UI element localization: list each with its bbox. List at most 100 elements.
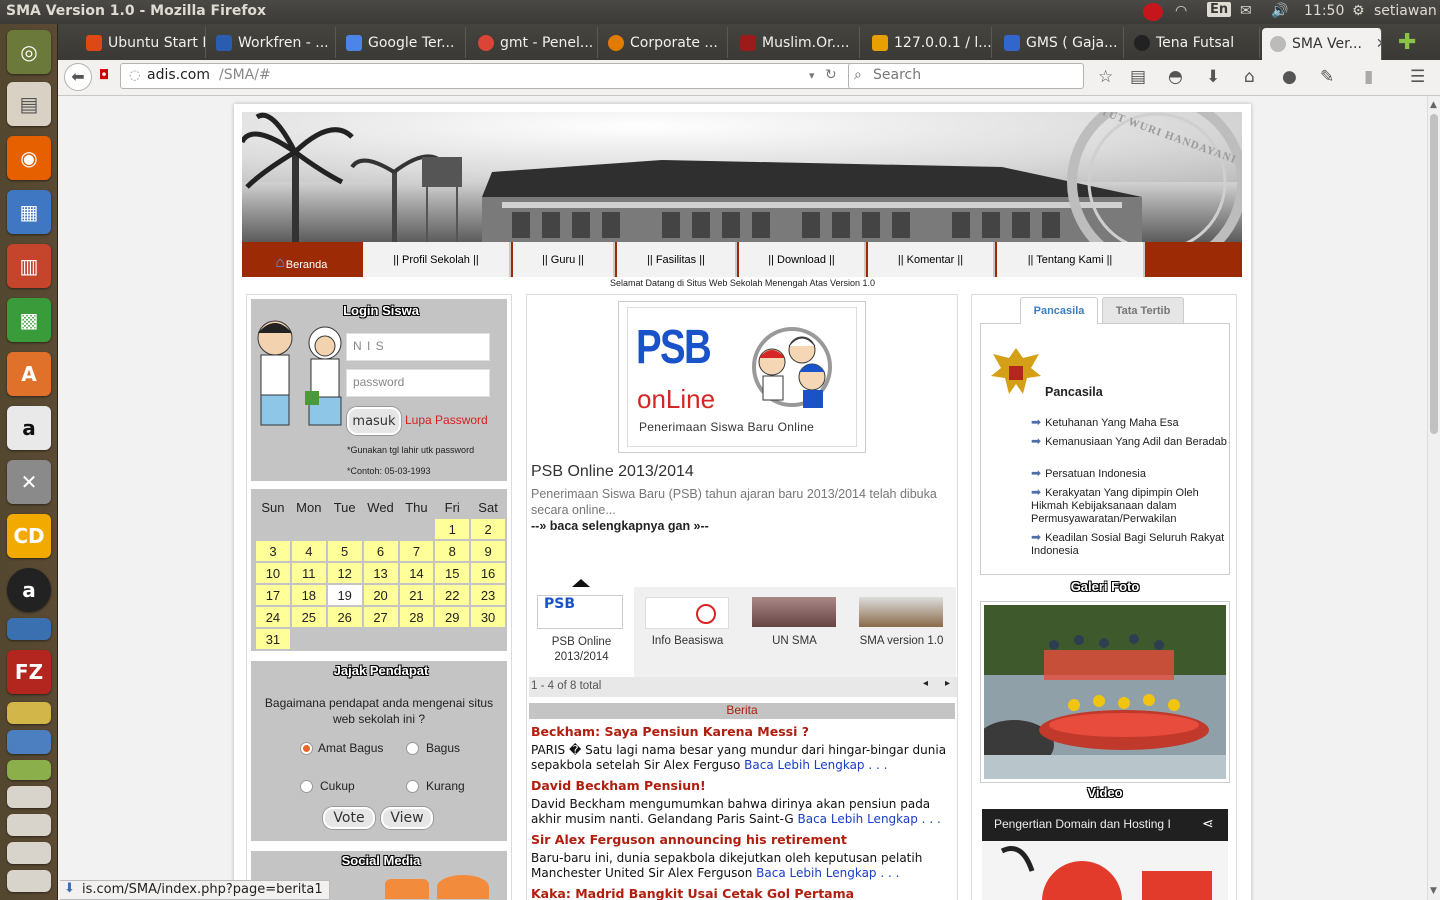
video-embed[interactable]: Pengertian Domain dan Hosting I ⋖ bbox=[982, 809, 1228, 900]
back-icon[interactable]: ⬅ bbox=[64, 63, 92, 91]
radio-icon[interactable] bbox=[407, 742, 418, 754]
stack-icon-3[interactable] bbox=[7, 870, 51, 892]
calendar-day[interactable]: 10 bbox=[256, 563, 290, 583]
browser-tab[interactable]: Tena Futsal bbox=[1126, 27, 1260, 58]
tab-pancasila[interactable]: Pancasila bbox=[1020, 297, 1098, 324]
slider-item[interactable]: UN SMA bbox=[742, 587, 847, 677]
clock[interactable]: 11:50 bbox=[1304, 3, 1344, 19]
nis-input[interactable]: N I S bbox=[346, 333, 490, 361]
url-bar[interactable]: ◘ ◌ adis.com /SMA/# ▾ ↻ bbox=[99, 63, 902, 89]
calendar-day[interactable]: 1 bbox=[435, 519, 470, 539]
social-icon[interactable] bbox=[385, 879, 429, 899]
calendar-day-today[interactable]: 19 bbox=[327, 585, 362, 605]
view-results-button[interactable]: View bbox=[381, 807, 433, 829]
calendar-day[interactable]: 25 bbox=[291, 607, 326, 627]
login-submit-button[interactable]: masuk bbox=[347, 407, 401, 435]
browser-tab[interactable]: Corporate ... bbox=[600, 27, 728, 58]
calendar-day[interactable]: 21 bbox=[399, 585, 434, 605]
slider-item[interactable]: Info Beasiswa bbox=[635, 587, 740, 677]
menu-item-beranda[interactable]: ⌂ Beranda bbox=[242, 242, 361, 277]
bookmark-star-icon[interactable]: ☆ bbox=[1098, 67, 1113, 87]
calendar-day[interactable]: 17 bbox=[256, 585, 290, 605]
calendar-day[interactable]: 15 bbox=[435, 563, 470, 583]
featured-image[interactable]: PSB onLine Penerimaan Siswa Baru Online bbox=[618, 301, 866, 453]
impress-icon[interactable]: ▥ bbox=[7, 244, 51, 288]
calendar-day[interactable]: 9 bbox=[471, 541, 505, 561]
poll-option[interactable]: Amat Bagus bbox=[301, 741, 383, 755]
home-icon[interactable]: ⌂ bbox=[1244, 67, 1255, 87]
gear-icon[interactable]: ⚙ bbox=[1352, 3, 1365, 19]
extension-icon[interactable]: ✎ bbox=[1320, 67, 1334, 87]
app-icon[interactable] bbox=[7, 760, 51, 780]
writer-icon[interactable]: ▦ bbox=[7, 190, 51, 234]
featured-title[interactable]: PSB Online 2013/2014 bbox=[531, 463, 694, 481]
software-center-icon[interactable]: A bbox=[7, 352, 51, 396]
read-more-link[interactable]: Baca Lebih Lengkap . . . bbox=[756, 866, 899, 880]
browser-tab[interactable]: 127.0.0.1 / l... bbox=[864, 27, 992, 58]
stack-icon[interactable] bbox=[7, 814, 51, 836]
calendar-day[interactable]: 14 bbox=[399, 563, 434, 583]
history-dropdown-icon[interactable]: ▾ bbox=[809, 69, 815, 82]
dash-home-icon[interactable]: ◎ bbox=[7, 30, 51, 74]
volume-icon[interactable]: 🔊 bbox=[1271, 3, 1288, 19]
audacious-icon[interactable]: a bbox=[7, 568, 51, 612]
calendar-day[interactable]: 11 bbox=[291, 563, 326, 583]
filezilla-icon[interactable]: FZ bbox=[7, 650, 51, 694]
scroll-up-icon[interactable]: ▲ bbox=[1430, 100, 1437, 110]
menu-item-download[interactable]: || Download || bbox=[739, 242, 866, 277]
forgot-password-link[interactable]: Lupa Password bbox=[405, 413, 488, 427]
calendar-day[interactable]: 26 bbox=[327, 607, 362, 627]
featured-read-more-link[interactable]: --» baca selengkapnya gan »-- bbox=[531, 519, 709, 533]
addon-icon[interactable]: ▮ bbox=[1364, 67, 1373, 87]
news-item-title[interactable]: Sir Alex Ferguson announcing his retirem… bbox=[531, 832, 955, 847]
read-more-link[interactable]: Baca Lebih Lengkap . . . bbox=[744, 758, 887, 772]
download-icon[interactable]: ⬇ bbox=[1206, 67, 1220, 87]
calendar-day[interactable]: 22 bbox=[435, 585, 470, 605]
page-scrollbar[interactable]: ▲ ▼ bbox=[1427, 96, 1440, 900]
slider-item-active[interactable]: PSB PSB Online 2013/2014 bbox=[529, 587, 634, 677]
slider-next-icon[interactable]: ▸ bbox=[945, 678, 950, 689]
keyboard-layout-indicator[interactable]: En bbox=[1207, 2, 1232, 17]
wifi-icon[interactable]: ◠ bbox=[1175, 3, 1187, 19]
social-icon[interactable] bbox=[437, 875, 489, 899]
calendar-day[interactable]: 27 bbox=[363, 607, 398, 627]
vote-button[interactable]: Vote bbox=[323, 807, 375, 829]
calendar-day[interactable]: 28 bbox=[399, 607, 434, 627]
calendar-day[interactable]: 12 bbox=[327, 563, 362, 583]
news-item-title[interactable]: Beckham: Saya Pensiun Karena Messi ? bbox=[531, 724, 955, 739]
browser-tab[interactable]: Muslim.Or.... bbox=[732, 27, 860, 58]
scroll-down-icon[interactable]: ▼ bbox=[1430, 886, 1437, 896]
calendar-day[interactable]: 7 bbox=[399, 541, 434, 561]
browser-tab[interactable]: gmt - Penel... bbox=[470, 27, 598, 58]
bookmarks-menu-icon[interactable]: ▤ bbox=[1130, 67, 1146, 87]
calendar-day[interactable]: 6 bbox=[363, 541, 398, 561]
calendar-day[interactable]: 13 bbox=[363, 563, 398, 583]
slider-item[interactable]: SMA version 1.0 bbox=[849, 587, 954, 677]
calc-icon[interactable]: ▩ bbox=[7, 298, 51, 342]
calendar-day[interactable]: 20 bbox=[363, 585, 398, 605]
database-icon[interactable] bbox=[7, 730, 51, 754]
chat-icon[interactable]: ● bbox=[1282, 67, 1297, 87]
hamburger-menu-icon[interactable]: ☰ bbox=[1410, 67, 1425, 87]
system-settings-icon[interactable]: ✕ bbox=[7, 460, 51, 504]
calendar-day[interactable]: 3 bbox=[256, 541, 290, 561]
browser-tab[interactable]: Workfren - ... bbox=[208, 27, 336, 58]
tab-tata-tertib[interactable]: Tata Tertib bbox=[1102, 297, 1184, 323]
slider-prev-icon[interactable]: ◂ bbox=[923, 678, 928, 689]
password-input[interactable]: password bbox=[346, 369, 490, 397]
news-item-title[interactable]: David Beckham Pensiun! bbox=[531, 778, 955, 793]
calendar-day[interactable]: 31 bbox=[256, 629, 290, 649]
workspace-switcher-icon[interactable] bbox=[7, 786, 51, 808]
calendar-day[interactable]: 5 bbox=[327, 541, 362, 561]
menu-item-profil[interactable]: || Profil Sekolah || bbox=[363, 242, 511, 277]
stack-icon-2[interactable] bbox=[7, 842, 51, 864]
menu-item-tentang[interactable]: || Tentang Kami || bbox=[997, 242, 1145, 277]
poll-option[interactable]: Cukup bbox=[301, 779, 355, 793]
calendar-day[interactable]: 23 bbox=[471, 585, 505, 605]
poll-option[interactable]: Bagus bbox=[407, 741, 460, 755]
new-tab-icon[interactable]: ✚ bbox=[1398, 30, 1416, 55]
calendar-day[interactable]: 4 bbox=[291, 541, 326, 561]
scrollbar-thumb[interactable] bbox=[1430, 114, 1438, 434]
window-icon[interactable] bbox=[7, 618, 51, 640]
radio-icon[interactable] bbox=[301, 780, 312, 792]
